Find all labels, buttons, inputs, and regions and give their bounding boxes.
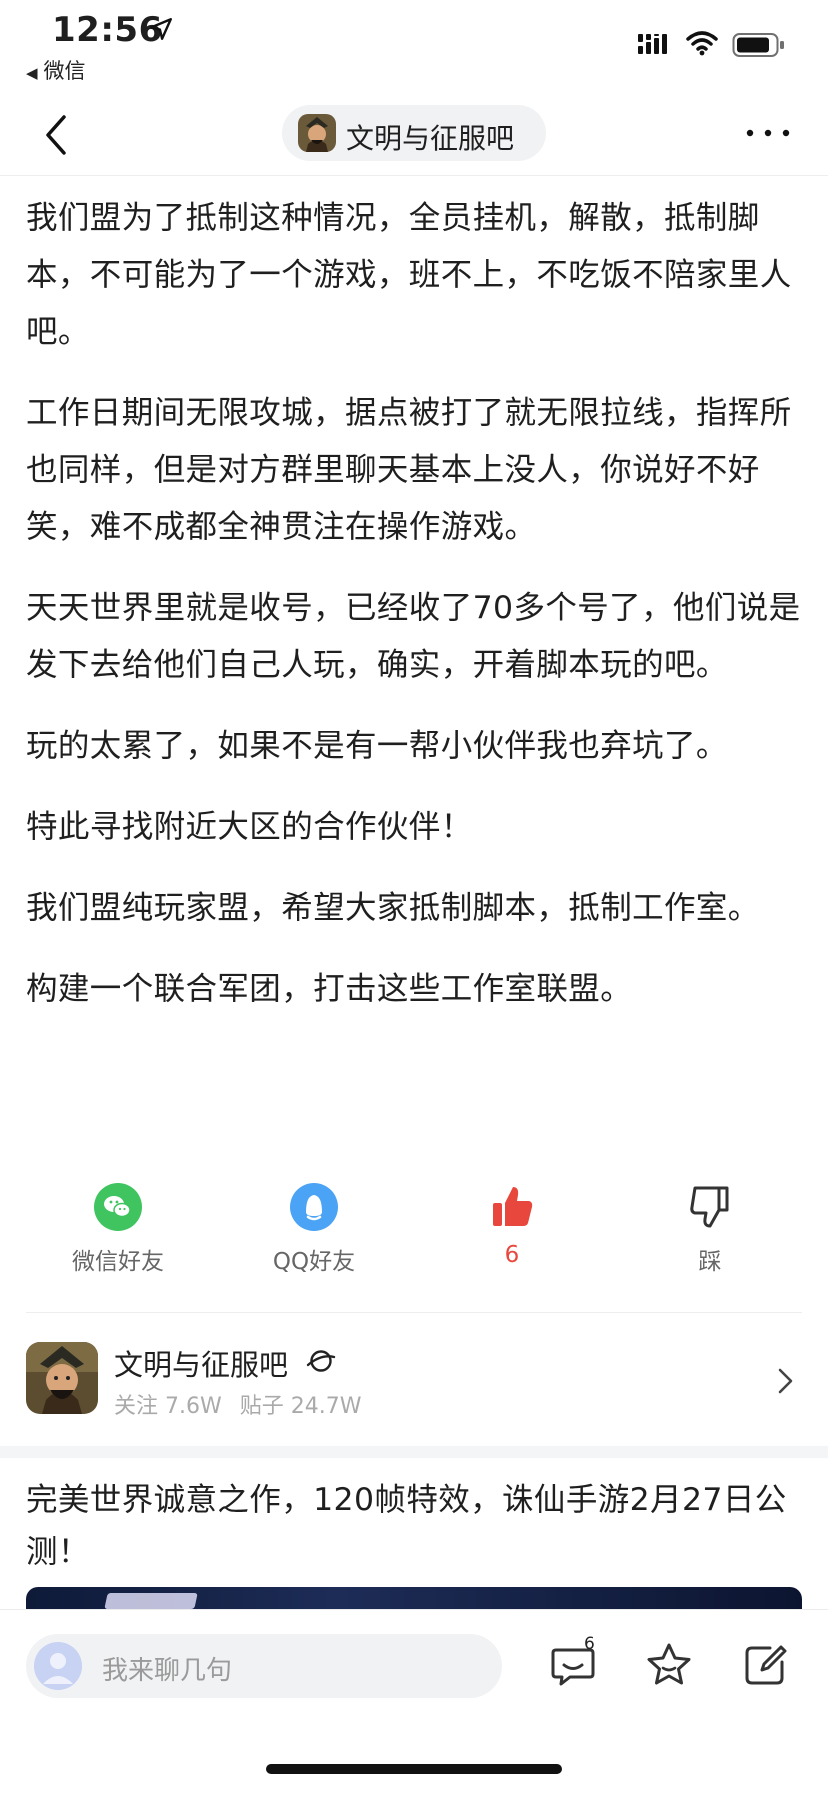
share-wechat-button[interactable]: 微信好友 bbox=[38, 1182, 198, 1276]
bottom-bar: 我来聊几句 6 bbox=[0, 1609, 828, 1793]
forum-stats: 关注 7.6W 贴子 24.7W bbox=[114, 1388, 361, 1420]
back-to-app[interactable]: ◀ 微信 bbox=[26, 55, 86, 85]
wechat-icon bbox=[94, 1183, 142, 1231]
back-chevron-icon[interactable] bbox=[38, 109, 78, 161]
section-divider bbox=[0, 1446, 828, 1458]
back-app-label: 微信 bbox=[43, 59, 86, 83]
thumbs-up-icon bbox=[493, 1187, 533, 1226]
divider bbox=[26, 1312, 802, 1313]
post-paragraph: 工作日期间无限攻城，据点被打了就无限拉线，指挥所也同样，但是对方群里聊天基本上没… bbox=[26, 395, 792, 545]
user-avatar bbox=[34, 1642, 82, 1690]
dislike-label: 踩 bbox=[698, 1249, 722, 1275]
home-indicator bbox=[266, 1764, 562, 1774]
recommended-post-banner[interactable] bbox=[26, 1587, 802, 1609]
post-paragraph: 构建一个联合军团，打击这些工作室联盟。 bbox=[26, 971, 633, 1007]
forum-card-avatar bbox=[26, 1342, 98, 1414]
forum-post-count: 贴子 24.7W bbox=[239, 1394, 362, 1419]
like-count: 6 bbox=[504, 1242, 520, 1268]
forum-card-name: 文明与征服吧 bbox=[114, 1348, 289, 1382]
planet-icon bbox=[306, 1350, 336, 1372]
location-arrow-icon bbox=[150, 18, 172, 40]
post-paragraph: 我们盟为了抵制这种情况，全员挂机，解散，抵制脚本，不可能为了一个游戏，班不上，不… bbox=[26, 200, 792, 350]
like-button[interactable]: 6 bbox=[432, 1182, 592, 1268]
battery-icon bbox=[732, 33, 784, 57]
forum-chip-name: 文明与征服吧 bbox=[346, 122, 515, 155]
status-time: 12:56 bbox=[52, 10, 163, 50]
share-qq-button[interactable]: QQ好友 bbox=[234, 1182, 394, 1276]
edit-icon[interactable] bbox=[740, 1640, 790, 1690]
post-paragraph: 天天世界里就是收号，已经收了70多个号了，他们说是发下去给他们自己人玩，确实，开… bbox=[26, 590, 801, 683]
post-paragraph: 玩的太累了，如果不是有一帮小伙伴我也弃坑了。 bbox=[26, 728, 728, 764]
back-triangle-icon: ◀ bbox=[26, 64, 38, 82]
post-paragraph: 我们盟纯玩家盟，希望大家抵制脚本，抵制工作室。 bbox=[26, 890, 760, 926]
forum-follow-count: 关注 7.6W bbox=[114, 1394, 222, 1419]
chevron-right-icon bbox=[778, 1368, 793, 1394]
more-dots-icon[interactable] bbox=[744, 125, 792, 141]
post-actions: 微信好友 QQ好友 6 踩 bbox=[0, 1182, 828, 1282]
signal-icon bbox=[638, 34, 667, 54]
qq-label: QQ好友 bbox=[272, 1249, 356, 1275]
dislike-button[interactable]: 踩 bbox=[630, 1182, 790, 1276]
post-body: 我们盟为了抵制这种情况，全员挂机，解散，抵制脚本，不可能为了一个游戏，班不上，不… bbox=[26, 190, 806, 1042]
star-icon[interactable] bbox=[644, 1640, 694, 1690]
comment-input-placeholder: 我来聊几句 bbox=[102, 1656, 233, 1686]
thumbs-down-icon bbox=[690, 1186, 729, 1228]
forum-card[interactable]: 文明与征服吧 关注 7.6W 贴子 24.7W bbox=[0, 1330, 828, 1438]
recommended-post-title[interactable]: 完美世界诚意之作，120帧特效，诛仙手游2月27日公测！ bbox=[26, 1474, 806, 1578]
comment-input[interactable]: 我来聊几句 bbox=[26, 1634, 502, 1698]
wifi-icon bbox=[686, 31, 718, 56]
comment-count-badge: 6 bbox=[584, 1634, 595, 1654]
post-paragraph: 特此寻找附近大区的合作伙伴！ bbox=[26, 809, 473, 845]
forum-chip[interactable]: 文明与征服吧 bbox=[282, 105, 546, 161]
forum-avatar bbox=[298, 114, 336, 152]
nav-bar: 文明与征服吧 bbox=[0, 95, 828, 176]
qq-icon bbox=[290, 1183, 338, 1231]
wechat-label: 微信好友 bbox=[72, 1249, 164, 1275]
status-bar: 12:56 ◀ 微信 bbox=[0, 0, 828, 95]
banner-graphic bbox=[104, 1593, 198, 1609]
